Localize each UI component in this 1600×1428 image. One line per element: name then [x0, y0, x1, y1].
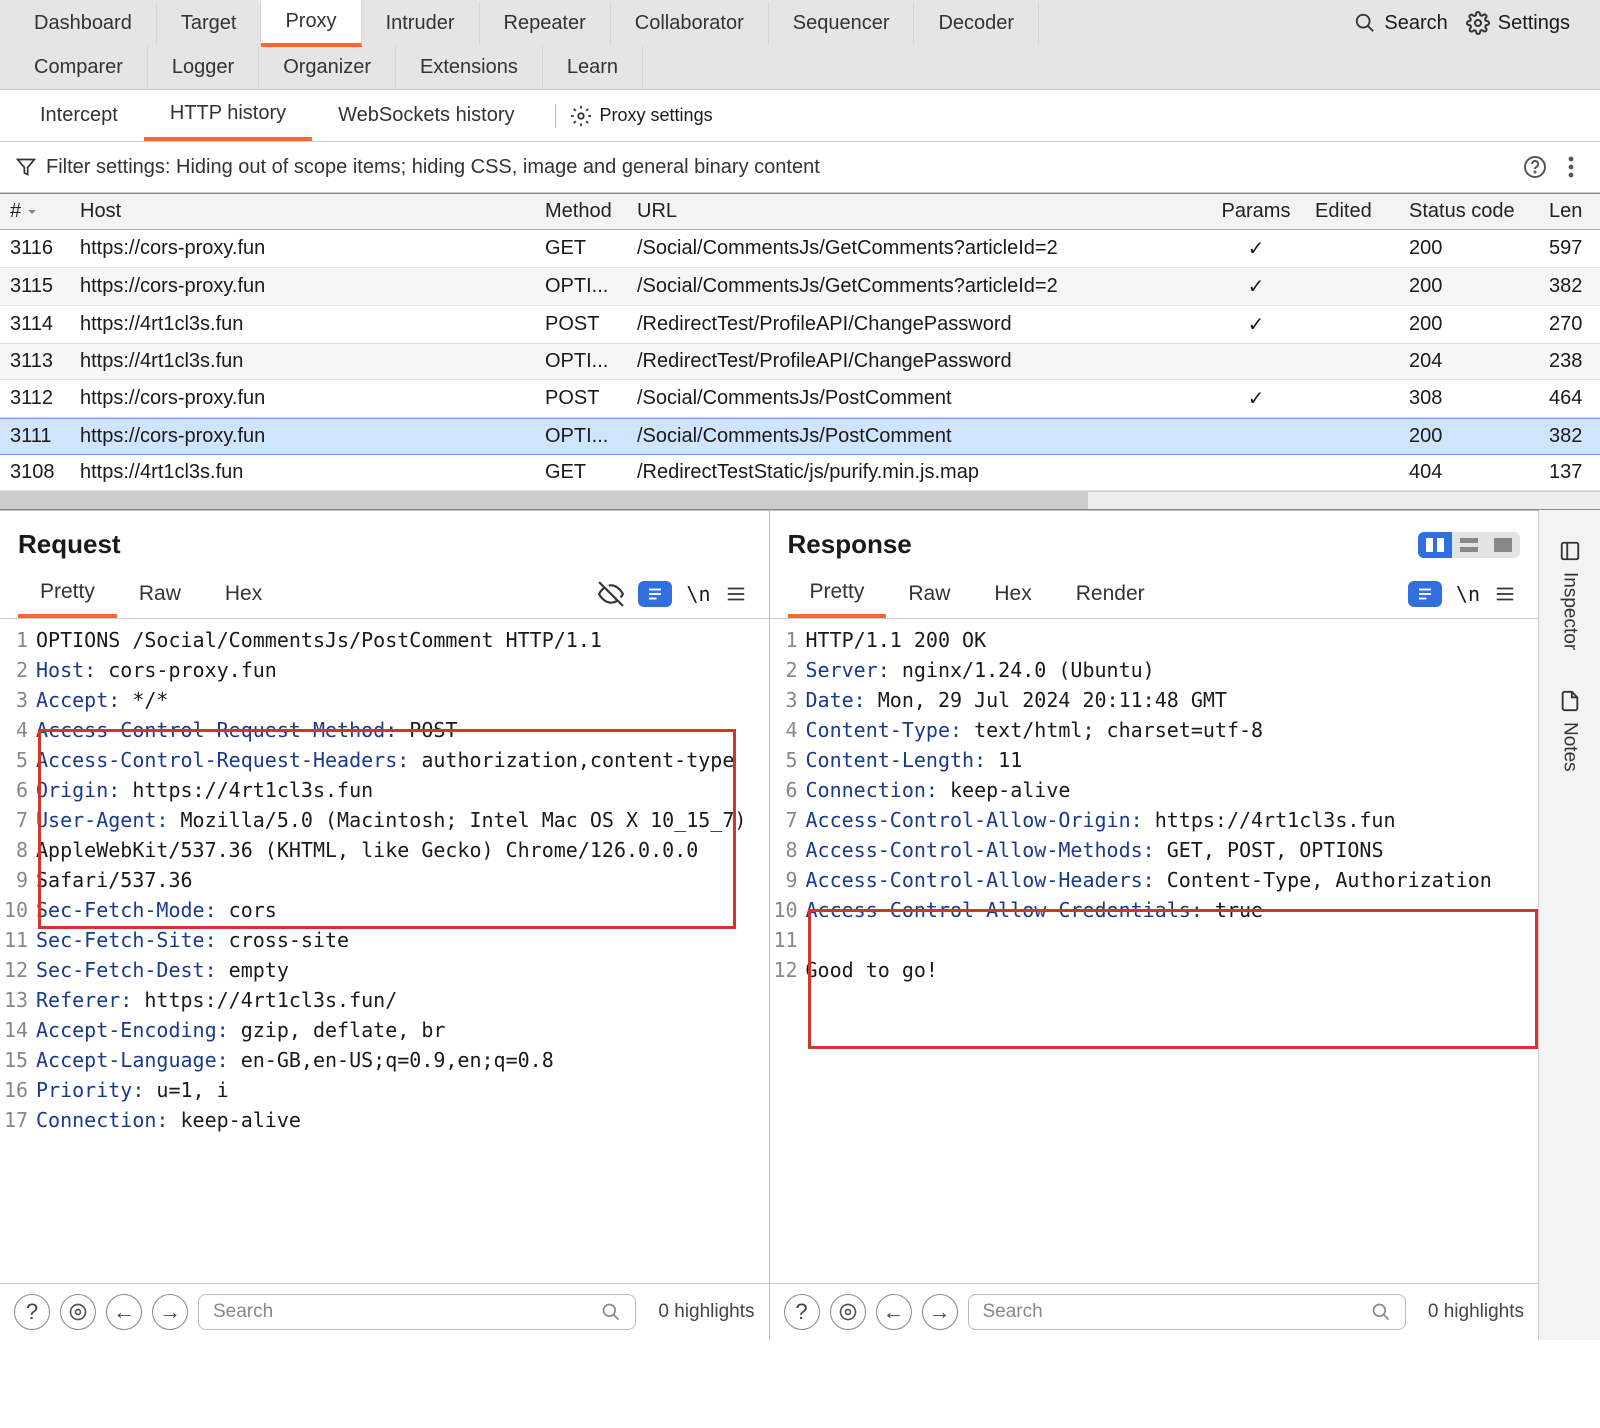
table-row[interactable]: 3114https://4rt1cl3s.funPOST/RedirectTes…	[0, 306, 1600, 344]
main-tab-target[interactable]: Target	[157, 2, 262, 45]
hamburger-icon[interactable]	[725, 583, 747, 605]
help-button[interactable]: ?	[14, 1294, 50, 1330]
request-pane: Request PrettyRawHex \n 1234567891011121…	[0, 511, 770, 1340]
sub-tab-http-history[interactable]: HTTP history	[144, 90, 312, 141]
filter-icon	[16, 157, 36, 177]
main-tab-decoder[interactable]: Decoder	[914, 2, 1039, 45]
layout-toggle[interactable]	[1418, 532, 1520, 558]
response-editor[interactable]: 123456789101112 HTTP/1.1 200 OKServer: n…	[770, 619, 1539, 1283]
main-tab-sequencer[interactable]: Sequencer	[769, 2, 915, 45]
table-header[interactable]: # Host Method URL Params Edited Status c…	[0, 194, 1600, 230]
main-tab-intruder[interactable]: Intruder	[362, 2, 480, 45]
inspector-icon	[1559, 540, 1581, 562]
gear-icon	[1466, 11, 1490, 35]
gear-icon	[570, 105, 592, 127]
main-tab-comparer[interactable]: Comparer	[10, 46, 148, 89]
request-search-input[interactable]: Search	[198, 1294, 636, 1330]
next-button[interactable]: →	[152, 1294, 188, 1330]
main-tab-logger[interactable]: Logger	[148, 46, 259, 89]
table-row[interactable]: 3112https://cors-proxy.funPOST/Social/Co…	[0, 380, 1600, 418]
layout-single-icon[interactable]	[1486, 532, 1520, 558]
prev-button[interactable]: ←	[106, 1294, 142, 1330]
table-row[interactable]: 3116https://cors-proxy.funGET/Social/Com…	[0, 230, 1600, 268]
proxy-settings-label: Proxy settings	[600, 105, 713, 126]
main-tab-proxy[interactable]: Proxy	[261, 0, 361, 47]
response-highlight-count: 0 highlights	[1428, 1301, 1524, 1323]
prev-button[interactable]: ←	[876, 1294, 912, 1330]
newline-toggle[interactable]: \n	[686, 582, 710, 606]
search-icon	[601, 1302, 621, 1322]
request-editor[interactable]: 1234567891011121314151617 OPTIONS /Socia…	[0, 619, 769, 1283]
wrap-toggle[interactable]	[638, 581, 672, 607]
history-table: # Host Method URL Params Edited Status c…	[0, 193, 1600, 510]
wrap-toggle[interactable]	[1408, 581, 1442, 607]
inspector-rail[interactable]: Inspector	[1559, 540, 1581, 650]
sub-tab-websockets-history[interactable]: WebSockets history	[312, 92, 540, 139]
hide-icon[interactable]	[598, 581, 624, 607]
main-tab-extensions[interactable]: Extensions	[396, 46, 543, 89]
editor-tab-pretty[interactable]: Pretty	[18, 570, 117, 618]
table-row[interactable]: 3113https://4rt1cl3s.funOPTI.../Redirect…	[0, 344, 1600, 380]
search-icon	[1371, 1302, 1391, 1322]
sub-tab-intercept[interactable]: Intercept	[14, 92, 144, 139]
settings-button[interactable]	[60, 1294, 96, 1330]
request-highlight-count: 0 highlights	[658, 1301, 754, 1323]
editor-tab-raw[interactable]: Raw	[117, 572, 203, 616]
filter-text: Filter settings: Hiding out of scope ite…	[46, 156, 820, 179]
help-button[interactable]: ?	[784, 1294, 820, 1330]
table-row[interactable]: 3111https://cors-proxy.funOPTI.../Social…	[0, 418, 1600, 455]
notes-icon	[1559, 690, 1581, 712]
request-title: Request	[18, 529, 121, 560]
horizontal-scrollbar[interactable]	[0, 491, 1600, 509]
editor-tab-pretty[interactable]: Pretty	[788, 570, 887, 618]
response-footer: ? ← → Search 0 highlights	[770, 1283, 1539, 1340]
settings-button[interactable]	[830, 1294, 866, 1330]
newline-toggle[interactable]: \n	[1456, 582, 1480, 606]
next-button[interactable]: →	[922, 1294, 958, 1330]
main-tab-collaborator[interactable]: Collaborator	[611, 2, 769, 45]
editor-tab-hex[interactable]: Hex	[972, 572, 1053, 616]
sort-icon	[27, 207, 37, 217]
editor-tab-render[interactable]: Render	[1054, 572, 1167, 616]
editor-tab-raw[interactable]: Raw	[886, 572, 972, 616]
table-row[interactable]: 3108https://4rt1cl3s.funGET/RedirectTest…	[0, 455, 1600, 491]
main-tab-organizer[interactable]: Organizer	[259, 46, 396, 89]
response-search-input[interactable]: Search	[968, 1294, 1406, 1330]
notes-rail[interactable]: Notes	[1559, 690, 1581, 772]
table-row[interactable]: 3115https://cors-proxy.funOPTI.../Social…	[0, 268, 1600, 306]
search-label: Search	[1384, 12, 1447, 35]
help-icon[interactable]	[1522, 154, 1548, 180]
main-tab-repeater[interactable]: Repeater	[480, 2, 611, 45]
settings-action[interactable]: Settings	[1466, 11, 1570, 35]
more-icon[interactable]	[1558, 154, 1584, 180]
layout-rows-icon[interactable]	[1452, 532, 1486, 558]
response-title: Response	[788, 529, 912, 560]
editor-tab-hex[interactable]: Hex	[203, 572, 284, 616]
filter-bar[interactable]: Filter settings: Hiding out of scope ite…	[0, 142, 1600, 193]
sub-tab-bar: InterceptHTTP historyWebSockets history …	[0, 90, 1600, 142]
main-tab-dashboard[interactable]: Dashboard	[10, 2, 157, 45]
response-pane: Response PrettyRawHexRender \n 123456789…	[770, 511, 1539, 1340]
search-icon	[1354, 12, 1376, 34]
hamburger-icon[interactable]	[1494, 583, 1516, 605]
proxy-settings-link[interactable]: Proxy settings	[570, 105, 713, 127]
side-rail: Inspector Notes	[1538, 510, 1600, 1340]
request-footer: ? ← → Search 0 highlights	[0, 1283, 769, 1340]
main-tab-learn[interactable]: Learn	[543, 46, 643, 89]
settings-label: Settings	[1498, 12, 1570, 35]
layout-columns-icon[interactable]	[1418, 532, 1452, 558]
main-tab-bar: DashboardTargetProxyIntruderRepeaterColl…	[0, 0, 1600, 90]
search-action[interactable]: Search	[1354, 12, 1447, 35]
